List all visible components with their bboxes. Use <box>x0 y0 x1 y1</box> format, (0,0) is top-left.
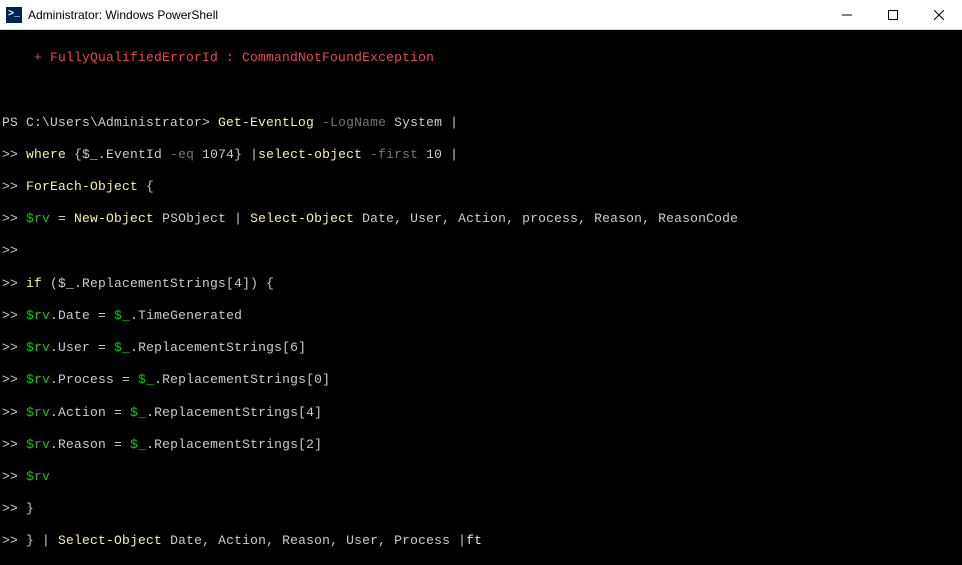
minimize-button[interactable] <box>824 0 870 29</box>
cmd-line-5: >> if ($_.ReplacementStrings[4]) { <box>2 276 960 292</box>
maximize-icon <box>888 10 898 20</box>
cmd-line-8: >> $rv.Process = $_.ReplacementStrings[0… <box>2 372 960 388</box>
minimize-icon <box>842 10 852 20</box>
cmd-line-7: >> $rv.User = $_.ReplacementStrings[6] <box>2 340 960 356</box>
cmd-line-4: >> $rv = New-Object PSObject | Select-Ob… <box>2 211 960 227</box>
cmd-line-2: >> where {$_.EventId -eq 1074} |select-o… <box>2 147 960 163</box>
window-titlebar: >_ Administrator: Windows PowerShell <box>0 0 962 30</box>
close-button[interactable] <box>916 0 962 29</box>
close-icon <box>934 10 944 20</box>
cmd-line-3: >> ForEach-Object { <box>2 179 960 195</box>
blank-line-2: >> <box>2 243 960 259</box>
cmd-line-11: >> $rv <box>2 469 960 485</box>
maximize-button[interactable] <box>870 0 916 29</box>
titlebar-left: >_ Administrator: Windows PowerShell <box>0 7 218 23</box>
powershell-icon: >_ <box>6 7 22 23</box>
cmd-line-6: >> $rv.Date = $_.TimeGenerated <box>2 308 960 324</box>
cmd-line-12: >> } <box>2 501 960 517</box>
cmd-line-10: >> $rv.Reason = $_.ReplacementStrings[2] <box>2 437 960 453</box>
terminal-area[interactable]: + FullyQualifiedErrorId : CommandNotFoun… <box>0 30 962 565</box>
cmd-line-13: >> } | Select-Object Date, Action, Reaso… <box>2 533 960 549</box>
cmd-line-1: PS C:\Users\Administrator> Get-EventLog … <box>2 115 960 131</box>
cmd-line-9: >> $rv.Action = $_.ReplacementStrings[4] <box>2 405 960 421</box>
error-line: + FullyQualifiedErrorId : CommandNotFoun… <box>2 50 960 66</box>
blank-line <box>2 82 960 98</box>
window-title: Administrator: Windows PowerShell <box>28 8 218 22</box>
window-controls <box>824 0 962 29</box>
